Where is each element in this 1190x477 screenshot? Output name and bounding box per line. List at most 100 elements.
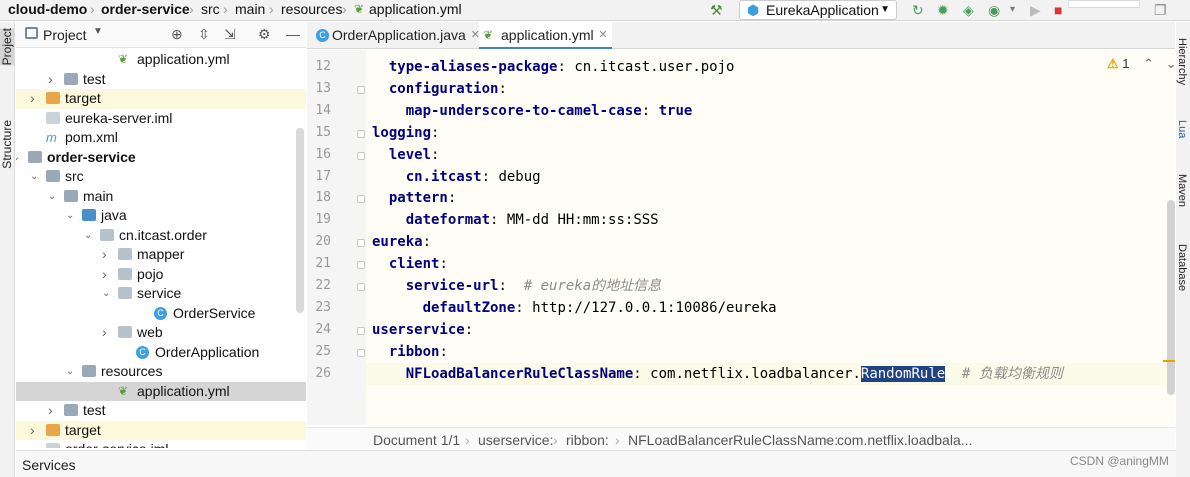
tree-item[interactable]: C OrderService	[16, 304, 306, 324]
fold-marker-icon[interactable]	[357, 151, 365, 160]
fold-marker-icon[interactable]	[357, 261, 365, 270]
fold-marker-icon[interactable]	[357, 195, 365, 204]
breadcrumb-document[interactable]: Document 1/1	[373, 432, 460, 448]
tree-item[interactable]: › test	[16, 70, 306, 90]
tree-item[interactable]: › test	[16, 401, 306, 421]
code-line[interactable]: map-underscore-to-camel-case: true	[372, 100, 693, 122]
project-panel-title[interactable]: Project	[43, 27, 87, 43]
code-line[interactable]: client:	[372, 253, 448, 275]
tree-item[interactable]: m pom.xml	[16, 128, 306, 148]
chevron-down-icon[interactable]: ⌄	[66, 206, 76, 225]
chevron-right-icon[interactable]: ›	[102, 245, 112, 264]
expand-all-icon[interactable]: ⇳	[198, 26, 210, 43]
tree-item[interactable]: ⌄ resources	[16, 362, 306, 382]
code-line[interactable]: service-url: # eureka的地址信息	[372, 275, 661, 297]
breadcrumb-rule-key[interactable]: NFLoadBalancerRuleClassName:	[628, 432, 838, 448]
fold-marker-icon[interactable]	[357, 85, 365, 94]
stop-icon[interactable]: ■	[1054, 2, 1062, 18]
minimize-icon[interactable]: —	[286, 26, 300, 42]
breadcrumb-rule-value[interactable]: com.netflix.loadbala...	[837, 432, 972, 448]
lua-tool-button[interactable]: Lua	[1176, 120, 1188, 138]
breadcrumb-project[interactable]: cloud-demo	[8, 1, 87, 17]
tree-item[interactable]: ❦ application.yml	[16, 50, 306, 70]
hierarchy-tool-button[interactable]: Hierarchy	[1176, 38, 1188, 85]
warning-marker[interactable]	[1163, 360, 1175, 362]
tree-item[interactable]: ❦ application.yml	[16, 381, 306, 401]
tree-item[interactable]: ⌄ java	[16, 206, 306, 226]
play-icon[interactable]: ▶	[1030, 2, 1041, 18]
gear-icon[interactable]: ⚙	[258, 26, 271, 43]
coverage-icon[interactable]: ◈	[963, 2, 974, 18]
chevron-up-icon[interactable]: ⌃	[1143, 56, 1154, 71]
tree-item[interactable]: ⌄ service	[16, 284, 306, 304]
profiler-icon[interactable]: ◉	[988, 2, 1000, 18]
chevron-down-icon[interactable]: ⌄	[1166, 56, 1177, 71]
chevron-down-icon[interactable]: ⌄	[66, 362, 76, 381]
tree-item[interactable]: eureka-server.iml	[16, 109, 306, 129]
tree-item[interactable]: ⌄ order-service	[16, 148, 306, 168]
code-line[interactable]: eureka:	[372, 231, 431, 253]
tree-item[interactable]: › target	[16, 420, 306, 440]
chevron-down-icon[interactable]: ▾	[1010, 2, 1015, 18]
tree-item[interactable]: ⌄ main	[16, 187, 306, 207]
window-restore-icon[interactable]: ❐	[1154, 2, 1167, 18]
collapse-all-icon[interactable]: ⇲	[224, 26, 236, 43]
breadcrumb-ribbon[interactable]: ribbon:	[566, 432, 609, 448]
tab-application-yml[interactable]: ❦ application.yml ✕	[479, 22, 612, 49]
chevron-right-icon[interactable]: ›	[48, 401, 58, 420]
code-line[interactable]: logging:	[372, 122, 439, 144]
chevron-down-icon[interactable]: ⌄	[16, 148, 22, 167]
tab-order-application-java[interactable]: C OrderApplication.java ✕	[310, 22, 484, 49]
code-line[interactable]: cn.itcast: debug	[372, 166, 541, 188]
inspection-widget[interactable]: ⚠ 1 ⌃ ⌄	[1107, 56, 1177, 72]
chevron-down-icon[interactable]: ⌄	[30, 167, 40, 186]
project-scrollbar[interactable]	[296, 128, 304, 313]
code-line[interactable]: level:	[372, 144, 440, 166]
close-icon[interactable]: ✕	[598, 22, 607, 49]
breadcrumb-module[interactable]: order-service	[101, 1, 190, 17]
fold-marker-icon[interactable]	[357, 348, 365, 357]
rerun-icon[interactable]: ↻	[912, 2, 924, 18]
tree-item[interactable]: ⌄ src	[16, 167, 306, 187]
run-configuration-select[interactable]: ⬢ EurekaApplication ▼	[739, 0, 897, 20]
chevron-right-icon[interactable]: ›	[48, 70, 58, 89]
tree-item[interactable]: › target	[16, 89, 306, 109]
structure-tool-button[interactable]: Structure	[0, 120, 14, 169]
code-line[interactable]: NFLoadBalancerRuleClassName: com.netflix…	[372, 363, 1063, 385]
editor-scrollbar[interactable]	[1167, 200, 1175, 395]
fold-marker-icon[interactable]	[357, 326, 365, 335]
breadcrumb-file[interactable]: application.yml	[369, 1, 462, 17]
fold-marker-icon[interactable]	[357, 129, 365, 138]
tree-item[interactable]: › pojo	[16, 265, 306, 285]
tree-item[interactable]: ⌄ cn.itcast.order	[16, 226, 306, 246]
code-line[interactable]: defaultZone: http://127.0.0.1:10086/eure…	[372, 297, 777, 319]
code-line[interactable]: pattern:	[372, 187, 456, 209]
code-line[interactable]: userservice:	[372, 319, 473, 341]
build-hammer-icon[interactable]: ⚒	[710, 2, 723, 18]
chevron-right-icon[interactable]: ›	[30, 421, 40, 440]
tree-item[interactable]: C OrderApplication	[16, 343, 306, 363]
fold-marker-icon[interactable]	[357, 239, 365, 248]
code-editor[interactable]: 12 13 14 15 16 17 18 19 20 21 22 23 24 25 26 type-alia…	[307, 50, 1175, 425]
fold-marker-icon[interactable]	[357, 283, 365, 291]
project-tool-button[interactable]: Project	[0, 28, 14, 66]
maven-tool-button[interactable]: Maven	[1176, 174, 1188, 207]
tree-item[interactable]: › web	[16, 323, 306, 343]
chevron-down-icon[interactable]: ⌄	[84, 226, 94, 245]
code-line[interactable]: type-aliases-package: cn.itcast.user.poj…	[372, 56, 735, 78]
services-tool-button[interactable]: Services	[22, 457, 76, 473]
code-line[interactable]: dateformat: MM-dd HH:mm:ss:SSS	[372, 209, 659, 231]
chevron-down-icon[interactable]: ⌄	[48, 187, 58, 206]
locate-target-icon[interactable]: ⊕	[171, 26, 183, 43]
breadcrumb-src[interactable]: src	[201, 1, 220, 17]
chevron-right-icon[interactable]: ›	[102, 265, 112, 284]
chevron-down-icon[interactable]: ▼	[93, 26, 103, 37]
database-tool-button[interactable]: Database	[1176, 244, 1188, 291]
breadcrumb-resources[interactable]: resources	[281, 1, 342, 17]
code-line[interactable]: configuration:	[372, 78, 507, 100]
tree-item[interactable]: › mapper	[16, 245, 306, 265]
breadcrumb-main[interactable]: main	[235, 1, 265, 17]
debug-bug-icon[interactable]: ✹	[937, 2, 949, 18]
breadcrumb-userservice[interactable]: userservice:	[478, 432, 553, 448]
chevron-right-icon[interactable]: ›	[30, 89, 40, 108]
